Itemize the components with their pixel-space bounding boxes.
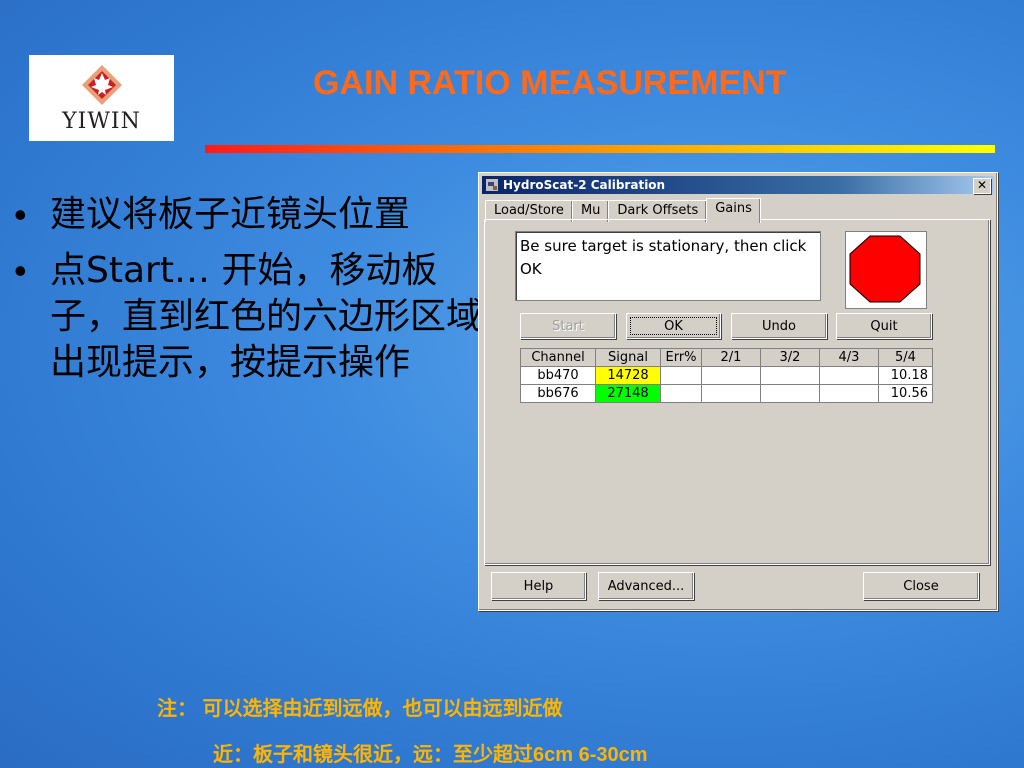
help-button[interactable]: Help <box>491 572 586 600</box>
undo-button[interactable]: Undo <box>731 313 827 339</box>
column-header: Channel <box>520 348 596 367</box>
slide-title: GAIN RATIO MEASUREMENT <box>313 64 787 102</box>
bullet-text: 建议将板子近镜头位置 <box>50 194 411 235</box>
ok-button[interactable]: OK <box>626 313 721 339</box>
column-header: 2/1 <box>701 348 761 367</box>
close-button[interactable]: Close <box>863 572 979 600</box>
calibration-dialog: HydroScat-2 Calibration ✕ Load/Store Mu … <box>478 172 998 611</box>
signal-cell: 14728 <box>595 366 661 385</box>
bullet-dot: • <box>14 194 27 235</box>
column-header: Signal <box>595 348 661 367</box>
instruction-message: Be sure target is stationary, then click… <box>515 231 821 301</box>
err-cell <box>660 384 702 403</box>
note-line-2: 近：板子和镜头很近，远：至少超过6cm 6-30cm <box>213 744 648 766</box>
title-underline <box>205 145 995 153</box>
stop-octagon-icon <box>849 235 921 303</box>
bullet-list: • 建议将板子近镜头位置 • 点Start… 开始，移动板子，直到红色的六边形区… <box>14 192 484 396</box>
start-button[interactable]: Start <box>520 313 616 339</box>
table-row: bb470 14728 10.18 <box>520 366 933 385</box>
advanced-button[interactable]: Advanced... <box>598 572 694 600</box>
ratio-cell <box>819 366 879 385</box>
bullet-text: 点Start… 开始，移动板子，直到红色的六边形区域出现提示，按提示操作 <box>50 250 483 383</box>
ratio-cell <box>701 366 761 385</box>
channel-cell: bb470 <box>520 366 596 385</box>
err-cell <box>660 366 702 385</box>
ratio-cell <box>819 384 879 403</box>
table-header-row: Channel Signal Err% 2/1 3/2 4/3 5/4 <box>520 348 933 367</box>
bullet-item: • 建议将板子近镜头位置 <box>14 192 484 238</box>
ratio-cell: 10.18 <box>878 366 933 385</box>
note-line-1: 注： 可以选择由近到远做，也可以由远到近做 <box>157 698 563 720</box>
ratio-cell: 10.56 <box>878 384 933 403</box>
app-icon <box>486 179 498 191</box>
gains-table: Channel Signal Err% 2/1 3/2 4/3 5/4 bb47… <box>520 348 933 403</box>
quit-button[interactable]: Quit <box>836 313 932 339</box>
status-indicator <box>845 231 927 309</box>
tab-gains[interactable]: Gains <box>706 198 761 223</box>
channel-cell: bb676 <box>520 384 596 403</box>
column-header: Err% <box>660 348 702 367</box>
column-header: 4/3 <box>819 348 879 367</box>
bullet-dot: • <box>14 250 27 291</box>
company-logo: YIWIN <box>29 55 174 141</box>
table-row: bb676 27148 10.56 <box>520 384 933 403</box>
column-header: 3/2 <box>760 348 820 367</box>
bullet-item: • 点Start… 开始，移动板子，直到红色的六边形区域出现提示，按提示操作 <box>14 248 484 386</box>
close-icon[interactable]: ✕ <box>973 178 991 194</box>
logo-text: YIWIN <box>62 109 141 134</box>
ratio-cell <box>760 366 820 385</box>
ratio-cell <box>760 384 820 403</box>
signal-cell: 27148 <box>595 384 661 403</box>
dialog-title: HydroScat-2 Calibration <box>503 178 666 192</box>
ratio-cell <box>701 384 761 403</box>
maple-leaf-icon <box>81 65 122 105</box>
column-header: 5/4 <box>878 348 933 367</box>
dialog-titlebar[interactable]: HydroScat-2 Calibration ✕ <box>482 176 994 194</box>
